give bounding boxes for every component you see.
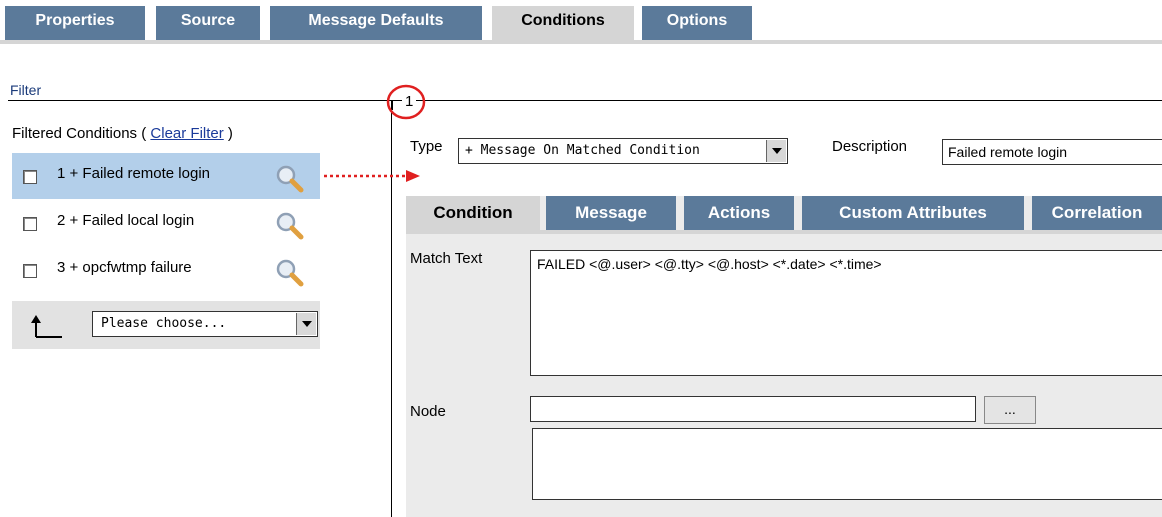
subtab-underline [406,230,1162,234]
node-browse-button[interactable]: ... [984,396,1036,424]
condition-row[interactable]: 2 + Failed local login [12,200,320,246]
condition-group-border [392,100,1162,101]
tab-conditions[interactable]: Conditions [492,6,634,42]
filtered-conditions-label: Filtered Conditions ( Clear Filter ) [12,125,233,142]
node-label: Node [410,403,446,420]
up-arrow-icon[interactable] [30,311,64,341]
main-tab-bar: Properties Source Message Defaults Condi… [0,0,1162,44]
description-input[interactable]: Failed remote login [942,139,1162,165]
filter-divider [8,100,392,101]
dropdown-arrow-icon[interactable] [296,313,316,335]
annotation-arrow [324,170,420,182]
type-select[interactable]: + Message On Matched Condition [458,138,788,164]
subtab-correlation[interactable]: Correlation [1032,196,1162,230]
condition-label: 2 + Failed local login [57,212,195,229]
dropdown-arrow-icon[interactable] [766,140,786,162]
match-text-textarea[interactable]: FAILED <@.user> <@.tty> <@.host> <*.date… [530,250,1162,376]
condition-label: 1 + Failed remote login [57,165,211,182]
subtab-condition[interactable]: Condition [406,196,540,230]
condition-checkbox[interactable] [23,264,37,278]
condition-label: 3 + opcfwtmp failure [57,259,192,276]
description-label: Description [832,138,908,155]
tab-source[interactable]: Source [156,6,260,40]
annotation-circle [386,84,426,120]
filter-title: Filter [10,82,42,98]
node-list-textarea[interactable] [532,428,1162,500]
condition-checkbox[interactable] [23,170,37,184]
match-text-label: Match Text [410,250,483,267]
move-condition-bar: Please choose... [12,301,320,349]
subtab-custom-attributes[interactable]: Custom Attributes [802,196,1024,230]
node-input[interactable] [530,396,976,422]
tab-properties[interactable]: Properties [5,6,145,40]
tab-underline [0,40,1162,44]
condition-row[interactable]: 1 + Failed remote login [12,153,320,199]
condition-checkbox[interactable] [23,217,37,231]
clear-filter-link[interactable]: Clear Filter [150,125,223,142]
subtab-actions[interactable]: Actions [684,196,794,230]
tab-message-defaults[interactable]: Message Defaults [270,6,482,40]
magnifier-icon[interactable] [274,210,304,240]
subtab-message[interactable]: Message [546,196,676,230]
move-position-select[interactable]: Please choose... [92,311,318,337]
panel-separator [391,101,392,517]
magnifier-icon[interactable] [274,257,304,287]
tab-options[interactable]: Options [642,6,752,40]
condition-row[interactable]: 3 + opcfwtmp failure [12,247,320,293]
type-label: Type [410,138,443,155]
magnifier-icon[interactable] [274,163,304,193]
